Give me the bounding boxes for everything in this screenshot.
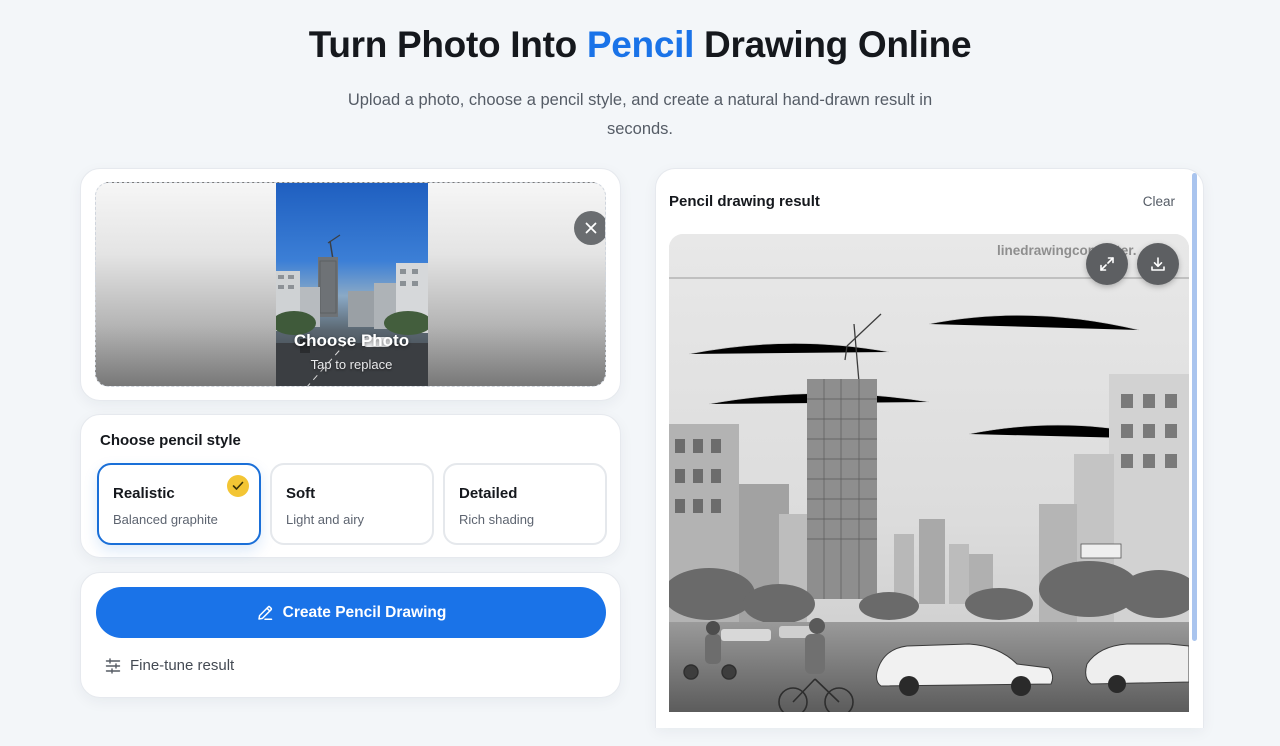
style-name: Realistic — [113, 485, 175, 502]
style-option-detailed[interactable]: Detailed Rich shading — [443, 463, 607, 545]
title-text-end: Drawing Online — [694, 24, 972, 65]
tap-to-replace-hint: Tap to replace — [310, 357, 393, 372]
style-section-title: Choose pencil style — [100, 432, 241, 449]
remove-photo-button[interactable] — [574, 211, 605, 245]
clear-button[interactable]: Clear — [1143, 194, 1175, 209]
style-name: Detailed — [459, 485, 518, 502]
upload-dropzone[interactable]: Choose Photo Tap to replace — [95, 182, 606, 387]
result-scrollbar[interactable] — [1192, 173, 1197, 641]
choose-photo-label[interactable]: Choose Photo — [96, 331, 605, 351]
download-button[interactable] — [1137, 243, 1179, 285]
expand-button[interactable] — [1086, 243, 1128, 285]
close-icon — [585, 222, 597, 234]
pencil-drawing-artwork — [669, 234, 1189, 712]
create-button-label: Create Pencil Drawing — [282, 603, 447, 621]
result-card: Pencil drawing result Clear linedrawingc… — [655, 168, 1204, 728]
style-option-realistic[interactable]: Realistic Balanced graphite — [97, 463, 261, 545]
title-text-start: Turn Photo Into — [308, 24, 587, 65]
pencil-drawing-image: linedrawingconverter. — [669, 234, 1189, 712]
sliders-icon — [105, 657, 121, 674]
page-title: Turn Photo Into Pencil Drawing Online — [0, 24, 1280, 66]
style-desc: Balanced graphite — [113, 512, 218, 527]
checkmark-icon — [232, 481, 244, 490]
style-desc: Rich shading — [459, 512, 535, 527]
style-desc: Light and airy — [286, 512, 365, 527]
download-icon — [1151, 257, 1165, 271]
fine-tune-label: Fine-tune result — [130, 657, 235, 674]
action-card: Create Pencil Drawing Fine-tune result — [80, 572, 621, 698]
style-card: Choose pencil style Realistic Balanced g… — [80, 414, 621, 558]
result-title: Pencil drawing result — [669, 193, 820, 210]
style-option-soft[interactable]: Soft Light and airy — [270, 463, 434, 545]
page-subtitle: Upload a photo, choose a pencil style, a… — [347, 91, 933, 138]
title-accent-word: Pencil — [586, 24, 695, 65]
expand-icon — [1100, 257, 1114, 271]
fine-tune-toggle[interactable]: Fine-tune result — [105, 657, 234, 674]
upload-card: Choose Photo Tap to replace — [80, 168, 621, 401]
selected-badge — [227, 475, 249, 497]
style-name: Soft — [286, 485, 316, 502]
pencil-icon — [257, 605, 272, 620]
create-pencil-drawing-button[interactable]: Create Pencil Drawing — [96, 587, 606, 638]
